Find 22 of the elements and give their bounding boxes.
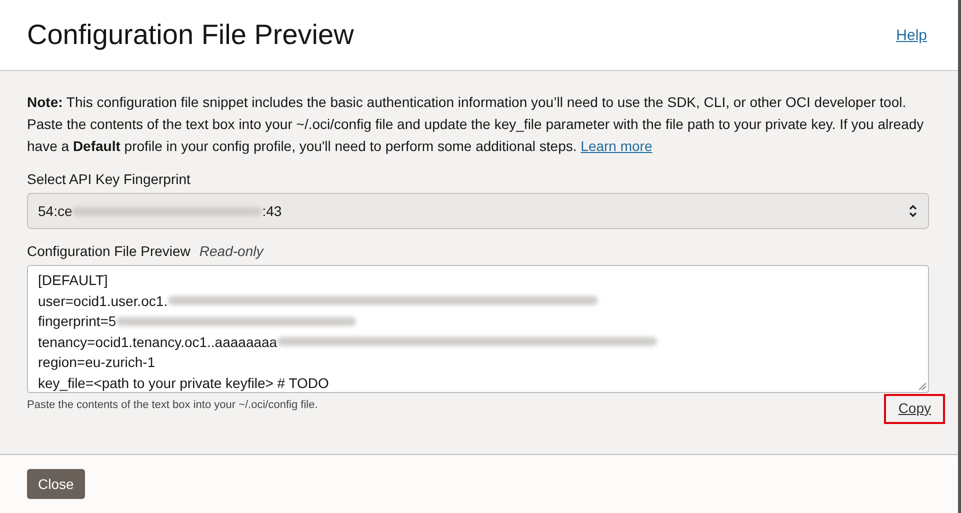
config-line: tenancy=ocid1.tenancy.oc1..aaaaaaaa [38,332,278,352]
copy-link[interactable]: Copy [884,394,945,424]
fingerprint-select[interactable]: 54:ce :43 [27,193,929,229]
helper-text: Paste the contents of the text box into your ~/.oci/config file. [27,399,318,411]
field-label: Configuration File Preview [27,243,190,259]
field-label: Select API Key Fingerprint [27,171,190,187]
config-line: user=ocid1.user.oc1. [38,292,168,310]
config-text-area[interactable]: [DEFAULT] user=ocid1.user.oc1. fingerprint=5 tenancy=ocid1.tenancy.oc1..aaaaaaaa region=eu-zurich-1 key_file=<path to your private keyfile> # TODO [27,265,929,393]
help-link[interactable]: Help [896,26,927,44]
resize-grip-icon [918,382,926,390]
learn-more-link[interactable]: Learn more [580,138,652,154]
close-button[interactable]: Close [27,469,85,499]
dialog-title: Configuration File Preview [27,19,354,51]
fingerprint-value-end: :43 [262,203,282,219]
config-line: fingerprint=5 [38,312,116,331]
config-line: [DEFAULT] [38,271,108,290]
config-line: key_file=<path to your private keyfile> # TODO [38,374,329,393]
read-only-label: Read-only [199,243,264,259]
fingerprint-value-start: 54:ce [38,203,72,219]
up-down-chevron-icon [908,203,918,219]
note-paragraph: Note: This configuration file snippet includes the basic authentication information you’ll need to use the SDK, CLI, or other OCI developer tool. Paste the contents of the text box into your ~/.oci/config file and update the key_file parameter with the file path to your private key. If you already have a Default profile in your config profile, you'll need to perform some additional steps. Learn more [27,93,925,156]
config-line: region=eu-zurich-1 [38,353,156,372]
